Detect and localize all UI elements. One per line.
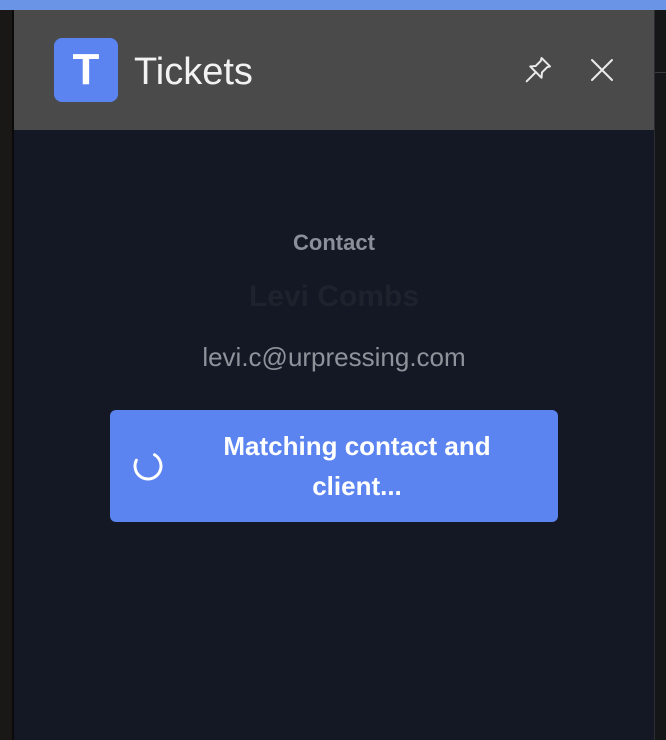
top-accent-bar xyxy=(0,0,666,10)
app-window: T Tickets Contact Levi Combs levi.c@urpr… xyxy=(0,0,666,740)
app-logo: T xyxy=(54,38,118,102)
close-icon xyxy=(591,59,613,81)
pin-button[interactable] xyxy=(518,50,558,90)
contact-section-label: Contact xyxy=(293,230,375,255)
spinner-icon xyxy=(133,451,163,481)
left-window-edge xyxy=(0,10,14,740)
pin-icon xyxy=(525,56,552,83)
close-button[interactable] xyxy=(582,50,622,90)
tickets-panel: T Tickets Contact Levi Combs levi.c@urpr… xyxy=(14,10,654,740)
matching-contact-label: Matching contact and client... xyxy=(223,431,491,501)
app-title: Tickets xyxy=(134,51,253,93)
contact-name: Levi Combs xyxy=(248,280,420,313)
matching-contact-button[interactable]: Matching contact and client... xyxy=(110,410,558,522)
panel-header: T Tickets xyxy=(14,10,654,130)
contact-email: levi.c@urpressing.com xyxy=(202,342,466,372)
right-window-edge xyxy=(654,10,666,740)
app-logo-letter: T xyxy=(72,45,100,94)
divider xyxy=(655,72,666,73)
